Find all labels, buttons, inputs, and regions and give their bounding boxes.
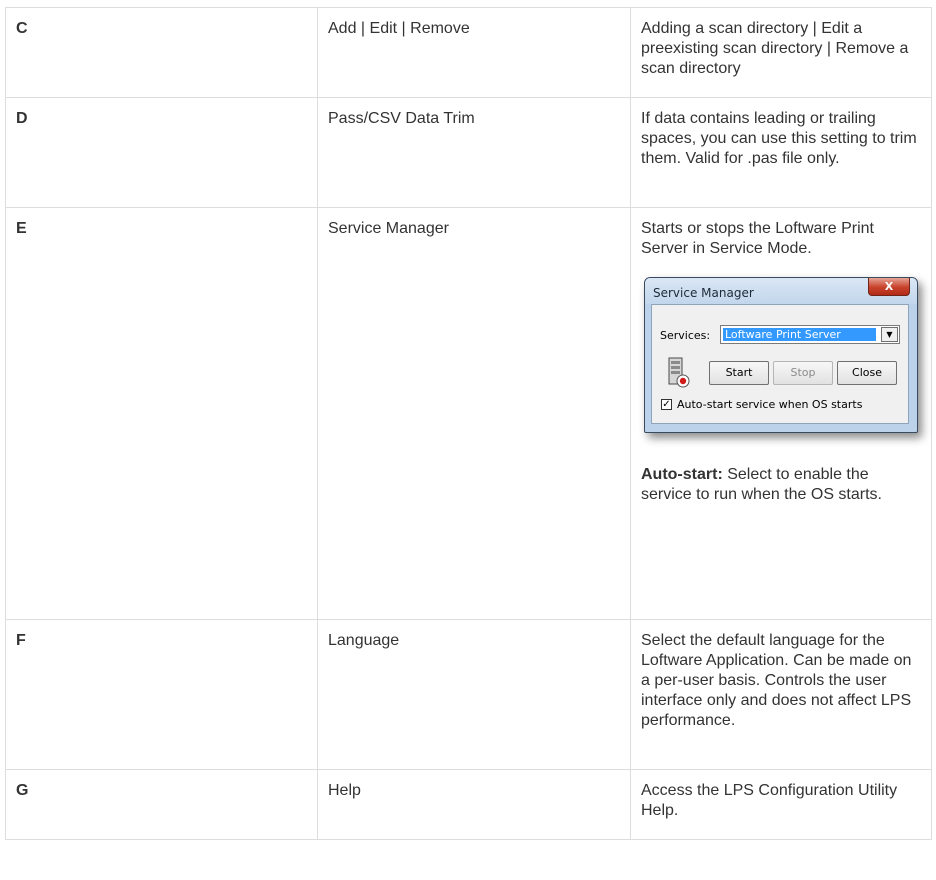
row-description-cell: Starts or stops the Loftware Print Serve… bbox=[630, 207, 932, 620]
close-button[interactable]: Close bbox=[837, 361, 897, 385]
server-stopped-icon bbox=[668, 357, 690, 388]
row-key: F bbox=[5, 619, 318, 770]
table-row: G Help Access the LPS Configuration Util… bbox=[5, 769, 932, 840]
row-description: Access the LPS Configuration Utility Hel… bbox=[630, 769, 932, 840]
row-key: E bbox=[5, 207, 318, 620]
table-row: C Add | Edit | Remove Adding a scan dire… bbox=[5, 7, 932, 98]
service-manager-screenshot: Service Manager X Services: Loftware Pri… bbox=[644, 277, 926, 441]
row-description: If data contains leading or trailing spa… bbox=[630, 97, 932, 208]
autostart-note: Auto-start: Select to enable the service… bbox=[641, 465, 921, 505]
settings-table: C Add | Edit | Remove Adding a scan dire… bbox=[5, 7, 932, 840]
service-manager-dialog: Service Manager X Services: Loftware Pri… bbox=[644, 277, 918, 433]
services-select-value: Loftware Print Server bbox=[723, 328, 876, 341]
row-action: Help bbox=[317, 769, 631, 840]
dialog-body: Services: Loftware Print Server ▼ Start … bbox=[651, 304, 909, 424]
autostart-label: Auto-start service when OS starts bbox=[677, 398, 863, 411]
row-key: D bbox=[5, 97, 318, 208]
table-row: F Language Select the default language f… bbox=[5, 619, 932, 770]
autostart-checkbox[interactable]: ✓ bbox=[661, 399, 672, 410]
close-icon[interactable]: X bbox=[868, 278, 910, 296]
row-action: Language bbox=[317, 619, 631, 770]
row-description: Select the default language for the Loft… bbox=[630, 619, 932, 770]
stop-button[interactable]: Stop bbox=[773, 361, 833, 385]
row-action: Service Manager bbox=[317, 207, 631, 620]
chevron-down-icon[interactable]: ▼ bbox=[881, 327, 898, 342]
table-row: D Pass/CSV Data Trim If data contains le… bbox=[5, 97, 932, 208]
row-description: Starts or stops the Loftware Print Serve… bbox=[641, 220, 874, 257]
autostart-note-label: Auto-start: bbox=[641, 466, 723, 483]
start-button[interactable]: Start bbox=[709, 361, 769, 385]
dialog-title: Service Manager bbox=[653, 286, 754, 300]
services-label: Services: bbox=[660, 329, 711, 342]
services-select[interactable]: Loftware Print Server ▼ bbox=[720, 325, 900, 344]
row-action: Add | Edit | Remove bbox=[317, 7, 631, 98]
dialog-titlebar: Service Manager X bbox=[645, 278, 917, 304]
row-key: G bbox=[5, 769, 318, 840]
row-description: Adding a scan directory | Edit a preexis… bbox=[630, 7, 932, 98]
table-row: E Service Manager Starts or stops the Lo… bbox=[5, 207, 932, 620]
row-action: Pass/CSV Data Trim bbox=[317, 97, 631, 208]
row-key: C bbox=[5, 7, 318, 98]
